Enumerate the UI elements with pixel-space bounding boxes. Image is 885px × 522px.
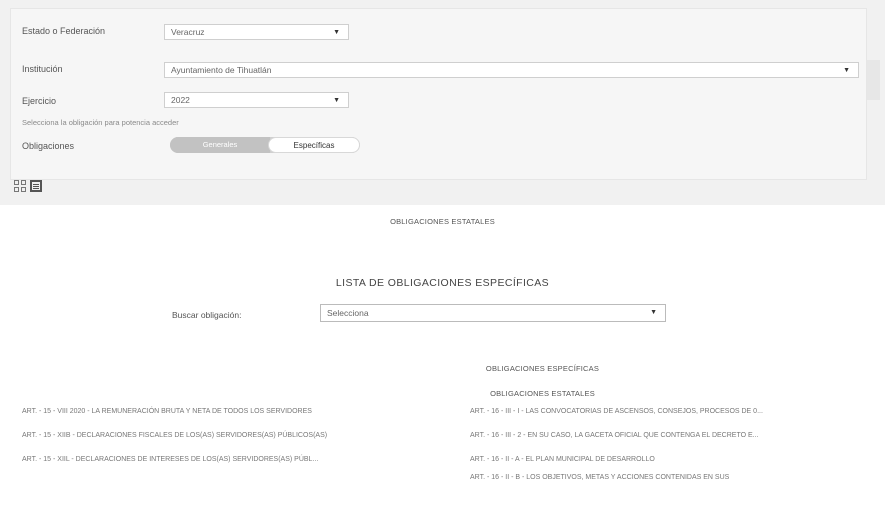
chevron-down-icon: ▼ xyxy=(650,309,657,316)
ejercicio-select[interactable]: 2022 ▼ xyxy=(164,92,349,108)
ejercicio-row: Ejercicio xyxy=(22,92,162,110)
list-view-icon[interactable] xyxy=(30,180,42,192)
ejercicio-value: 2022 xyxy=(171,95,190,105)
search-label: Buscar obligación: xyxy=(172,310,242,320)
ejercicio-label: Ejercicio xyxy=(22,96,57,106)
institucion-value: Ayuntamiento de Tihuatlán xyxy=(171,65,272,75)
institucion-row: Institución xyxy=(22,60,162,78)
section-heading: OBLIGACIONES ESTATALES xyxy=(390,217,495,226)
obligation-link[interactable]: ART. - 15 - XIIL - DECLARACIONES DE INTE… xyxy=(22,454,392,465)
sub-heading-estatales: OBLIGACIONES ESTATALES xyxy=(490,389,595,398)
estado-select[interactable]: Veracruz ▼ xyxy=(164,24,349,40)
chevron-down-icon: ▼ xyxy=(333,29,340,36)
sub-heading-especificas: OBLIGACIONES ESPECÍFICAS xyxy=(485,364,600,373)
obligation-link[interactable]: ART. - 15 - XIIB - DECLARACIONES FISCALE… xyxy=(22,430,392,441)
estado-row: Estado o Federación xyxy=(22,22,162,40)
obligation-link[interactable]: ART. - 16 - II - B - LOS OBJETIVOS, META… xyxy=(470,472,880,483)
list-title: LISTA DE OBLIGACIONES ESPECÍFICAS xyxy=(335,277,550,289)
estado-label: Estado o Federación xyxy=(22,26,106,36)
toggle-generales[interactable]: Generales xyxy=(170,137,270,153)
chevron-down-icon: ▼ xyxy=(843,67,850,74)
search-value: Selecciona xyxy=(327,308,369,318)
obligaciones-label: Obligaciones xyxy=(22,141,75,151)
obligation-link[interactable]: ART. - 16 - III - I - LAS CONVOCATORIAS … xyxy=(470,406,880,417)
view-switcher xyxy=(14,180,42,192)
institucion-select[interactable]: Ayuntamiento de Tihuatlán ▼ xyxy=(164,62,859,78)
chevron-down-icon: ▼ xyxy=(333,97,340,104)
toggle-especificas[interactable]: Específicas xyxy=(268,137,360,153)
obligation-search-select[interactable]: Selecciona ▼ xyxy=(320,304,666,322)
obligaciones-row: Obligaciones xyxy=(22,137,162,155)
estado-value: Veracruz xyxy=(171,27,205,37)
grid-view-icon[interactable] xyxy=(14,180,26,192)
obligation-link[interactable]: ART. - 16 - II - A - EL PLAN MUNICIPAL D… xyxy=(470,454,880,465)
obligaciones-toggle[interactable]: Generales Específicas xyxy=(170,137,360,153)
selection-hint: Selecciona la obligación para potencia a… xyxy=(22,118,179,127)
institucion-label: Institución xyxy=(22,64,63,74)
obligation-link[interactable]: ART. - 16 - III - 2 - EN SU CASO, LA GAC… xyxy=(470,430,880,441)
obligation-link[interactable]: ART. - 15 - VIII 2020 - LA REMUNERACIÓN … xyxy=(22,406,392,417)
